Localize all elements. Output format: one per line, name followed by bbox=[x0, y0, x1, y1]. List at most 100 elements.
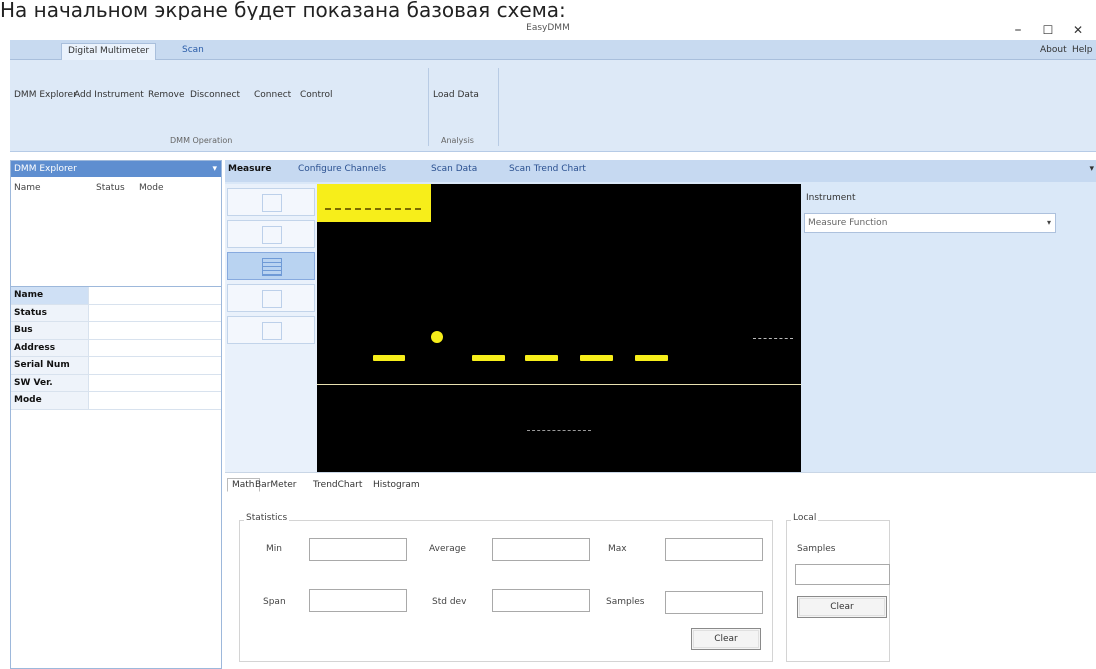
ribbon-tab-scan[interactable]: Scan bbox=[176, 43, 210, 60]
ribbon-group-separator bbox=[428, 68, 429, 146]
function-buttons bbox=[225, 184, 317, 472]
dmm-explorer-panel: DMM Explorer ▾ Name Status Mode Name Sta… bbox=[10, 160, 222, 669]
min-label: Min bbox=[266, 544, 282, 554]
function-button-2[interactable] bbox=[227, 220, 315, 248]
property-row[interactable]: Mode bbox=[11, 392, 221, 410]
unit-placeholder bbox=[753, 338, 793, 339]
local-samples-field[interactable] bbox=[795, 564, 890, 585]
statistics-clear-button[interactable]: Clear bbox=[691, 628, 761, 650]
statistics-title: Statistics bbox=[244, 513, 290, 523]
local-samples-label: Samples bbox=[797, 544, 836, 554]
remove-button[interactable]: Remove bbox=[148, 90, 185, 100]
function-indicator bbox=[317, 184, 431, 222]
tab-barmeter[interactable]: BarMeter bbox=[255, 480, 296, 490]
add-instrument-button[interactable]: Add Instrument bbox=[74, 90, 144, 100]
std-dev-label: Std dev bbox=[432, 597, 467, 607]
connect-button[interactable]: Connect bbox=[254, 90, 291, 100]
function-button-3[interactable] bbox=[227, 252, 315, 280]
average-label: Average bbox=[429, 544, 466, 554]
function-icon bbox=[262, 290, 282, 308]
measurement-display bbox=[317, 184, 801, 472]
average-field[interactable] bbox=[492, 538, 590, 561]
span-label: Span bbox=[263, 597, 286, 607]
disconnect-button[interactable]: Disconnect bbox=[190, 90, 240, 100]
analysis-panel: Math BarMeter TrendChart Histogram Stati… bbox=[225, 472, 1096, 669]
tab-trendchart[interactable]: TrendChart bbox=[313, 480, 362, 490]
column-name[interactable]: Name bbox=[14, 183, 41, 193]
property-row[interactable]: Status bbox=[11, 304, 221, 322]
property-row[interactable]: Serial Num bbox=[11, 357, 221, 375]
chevron-down-icon[interactable]: ▾ bbox=[1089, 164, 1094, 174]
instrument-list[interactable]: Name Status Mode bbox=[11, 177, 221, 287]
local-title: Local bbox=[791, 513, 819, 523]
load-data-button[interactable]: Load Data bbox=[433, 90, 479, 100]
tab-scan-data[interactable]: Scan Data bbox=[431, 164, 477, 174]
tab-scan-trend-chart[interactable]: Scan Trend Chart bbox=[509, 164, 586, 174]
dmm-operation-group-label: DMM Operation bbox=[170, 136, 233, 145]
dmm-explorer-button[interactable]: DMM Explorer bbox=[14, 90, 77, 100]
tab-measure[interactable]: Measure bbox=[228, 164, 271, 174]
std-dev-field[interactable] bbox=[492, 589, 590, 612]
column-status[interactable]: Status bbox=[96, 183, 125, 193]
explorer-title: DMM Explorer bbox=[14, 164, 77, 174]
tab-histogram[interactable]: Histogram bbox=[373, 480, 420, 490]
function-button-5[interactable] bbox=[227, 316, 315, 344]
span-field[interactable] bbox=[309, 589, 407, 612]
digit-segment bbox=[525, 355, 558, 361]
instrument-label: Instrument bbox=[806, 193, 856, 203]
explorer-header: DMM Explorer ▾ bbox=[11, 161, 221, 177]
property-key: SW Ver. bbox=[11, 374, 89, 391]
title-bar: EasyDMM – ☐ ✕ bbox=[0, 20, 1096, 40]
local-clear-button[interactable]: Clear bbox=[797, 596, 887, 618]
property-key: Status bbox=[11, 304, 89, 321]
indicator-dashes bbox=[325, 208, 421, 210]
window-title: EasyDMM bbox=[526, 23, 570, 33]
property-key: Bus bbox=[11, 322, 89, 339]
list-icon bbox=[262, 258, 282, 276]
measure-function-value: Measure Function bbox=[808, 218, 888, 228]
function-icon bbox=[262, 226, 282, 244]
ribbon-tabs: Digital Multimeter Scan About Help bbox=[10, 40, 1096, 60]
minimize-button[interactable]: – bbox=[1003, 20, 1033, 40]
ribbon-group-separator-2 bbox=[498, 68, 499, 146]
property-row[interactable]: Name bbox=[11, 287, 221, 305]
close-button[interactable]: ✕ bbox=[1063, 20, 1093, 40]
property-key: Name bbox=[11, 287, 89, 304]
function-icon bbox=[262, 322, 282, 340]
min-field[interactable] bbox=[309, 538, 407, 561]
maximize-button[interactable]: ☐ bbox=[1033, 20, 1063, 40]
function-button-1[interactable] bbox=[227, 188, 315, 216]
column-mode[interactable]: Mode bbox=[139, 183, 164, 193]
property-key: Mode bbox=[11, 392, 89, 409]
analysis-group-label: Analysis bbox=[441, 136, 474, 145]
ribbon-body: DMM Explorer Add Instrument Remove Disco… bbox=[10, 60, 1096, 152]
help-link[interactable]: Help bbox=[1066, 43, 1096, 60]
max-field[interactable] bbox=[665, 538, 763, 561]
pin-icon[interactable]: ▾ bbox=[212, 161, 217, 177]
main-tabs: Measure Configure Channels Scan Data Sca… bbox=[225, 160, 1096, 182]
display-divider bbox=[317, 384, 801, 385]
secondary-readout-placeholder bbox=[527, 430, 591, 431]
digit-segment bbox=[373, 355, 405, 361]
local-group: Local bbox=[786, 513, 890, 662]
page-caption: На начальном экране будет показана базов… bbox=[0, 0, 566, 20]
function-button-4[interactable] bbox=[227, 284, 315, 312]
property-key: Serial Num bbox=[11, 357, 89, 374]
property-key: Address bbox=[11, 339, 89, 356]
chevron-down-icon: ▾ bbox=[1046, 218, 1051, 227]
tab-configure-channels[interactable]: Configure Channels bbox=[298, 164, 386, 174]
digit-segment bbox=[472, 355, 505, 361]
measure-function-select[interactable]: Measure Function ▾ bbox=[804, 213, 1056, 233]
control-button[interactable]: Control bbox=[300, 90, 333, 100]
function-icon bbox=[262, 194, 282, 212]
digit-segment bbox=[580, 355, 613, 361]
property-row[interactable]: SW Ver. bbox=[11, 374, 221, 392]
samples-field[interactable] bbox=[665, 591, 763, 614]
max-label: Max bbox=[608, 544, 627, 554]
ribbon-tab-digital-multimeter[interactable]: Digital Multimeter bbox=[61, 43, 157, 60]
digit-segment bbox=[635, 355, 668, 361]
samples-label: Samples bbox=[606, 597, 645, 607]
property-row[interactable]: Bus bbox=[11, 322, 221, 340]
decimal-point bbox=[431, 331, 443, 343]
property-row[interactable]: Address bbox=[11, 339, 221, 357]
